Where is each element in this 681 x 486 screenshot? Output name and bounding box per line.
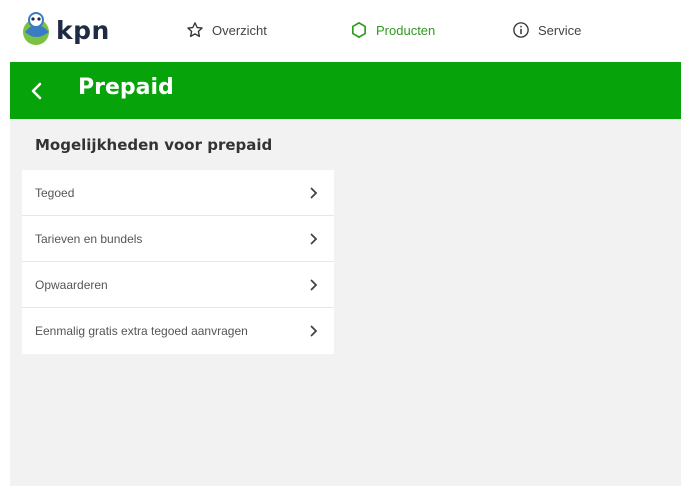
list-item-label: Eenmalig gratis extra tegoed aanvragen [35,324,248,338]
top-navigation: kpn Overzicht Producten Service [0,0,681,62]
logo-text: kpn [56,15,110,45]
nav-overzicht-label: Overzicht [212,22,267,38]
chevron-left-icon [31,82,42,100]
nav-service[interactable]: Service [512,18,581,42]
nav-producten-label: Producten [376,22,436,38]
kpn-logo[interactable]: kpn [22,10,110,50]
list-item-extra-tegoed-aanvragen[interactable]: Eenmalig gratis extra tegoed aanvragen [22,308,334,354]
chevron-right-icon [310,279,318,290]
chevron-right-icon [310,325,318,337]
star-icon [187,22,203,38]
list-item-label: Tarieven en bundels [35,231,143,246]
options-list: Tegoed Tarieven en bundels Opwaarderen E… [22,170,334,354]
section-title: Mogelijkheden voor prepaid [35,136,273,154]
main-content: Mogelijkheden voor prepaid Tegoed Tariev… [10,119,681,486]
hexagon-icon [352,22,366,38]
info-icon [513,22,529,38]
list-item-tegoed[interactable]: Tegoed [22,170,334,216]
nav-service-label: Service [538,22,582,38]
nav-producten[interactable]: Producten [350,18,435,42]
page-header-bar: Prepaid [10,62,681,119]
page-title: Prepaid [78,75,174,100]
kpn-logo-icon [23,12,49,45]
list-item-tarieven-en-bundels[interactable]: Tarieven en bundels [22,216,334,262]
list-item-label: Opwaarderen [35,277,108,292]
nav-overzicht[interactable]: Overzicht [186,18,267,42]
list-item-label: Tegoed [35,185,75,200]
back-button[interactable] [24,76,50,106]
chevron-right-icon [310,187,318,198]
list-item-opwaarderen[interactable]: Opwaarderen [22,262,334,308]
chevron-right-icon [310,233,318,244]
